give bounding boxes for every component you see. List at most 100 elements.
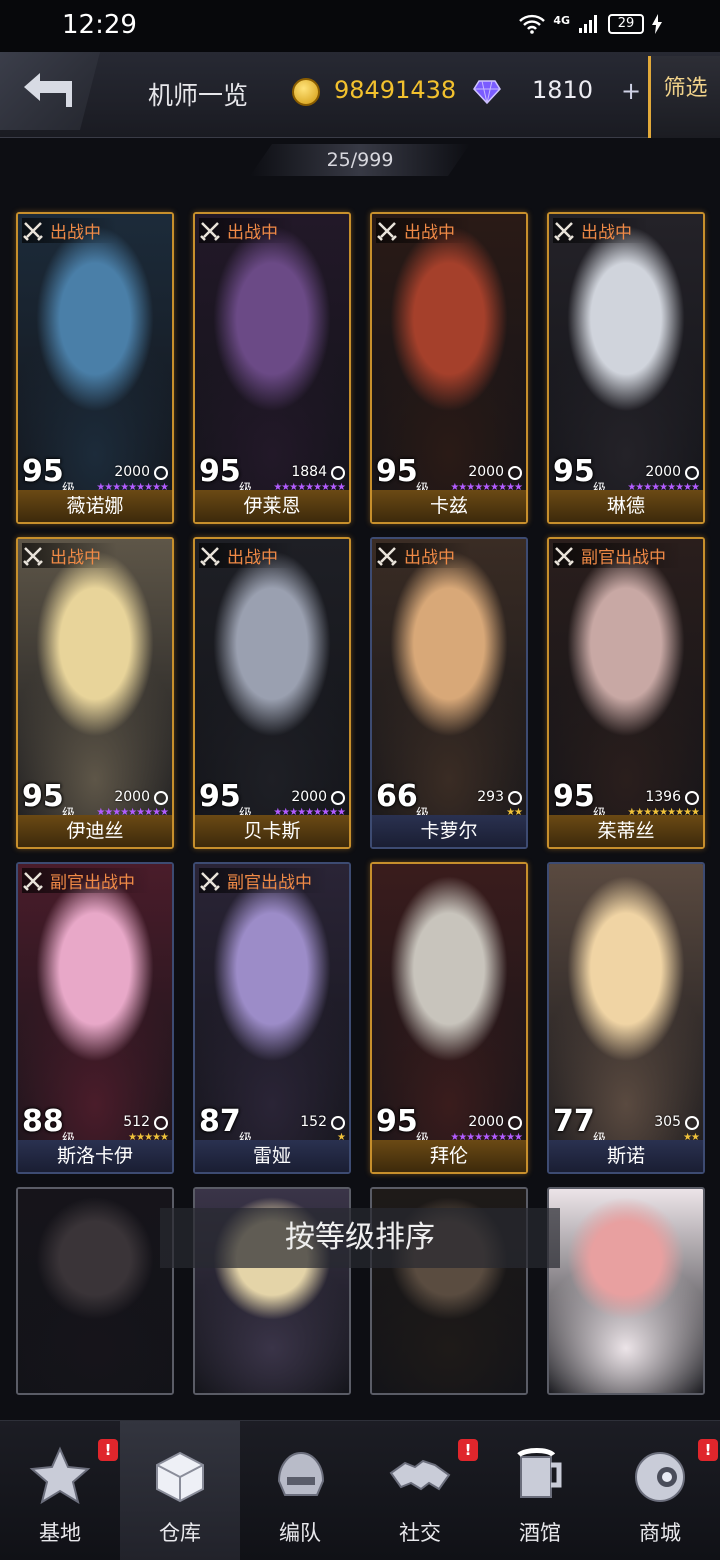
power-icon [154,1116,168,1130]
nav-item-4[interactable]: 酒馆 [480,1421,600,1560]
nav-item-5[interactable]: 商城! [600,1421,720,1560]
deploy-tag: 出战中 [376,218,471,243]
pilot-name: 薇诺娜 [18,490,172,522]
deploy-tag: 出战中 [22,543,117,568]
pilot-name: 伊迪丝 [18,815,172,847]
power-icon [685,466,699,480]
signal-icon [579,15,597,33]
power-icon [508,1116,522,1130]
gem-amount: 1810 [532,76,594,104]
pilot-portrait [549,1189,703,1393]
pilot-count: 25/999 [326,149,394,171]
nav-label: 酒馆 [519,1521,561,1545]
deploy-tag-label: 出战中 [50,223,101,243]
charging-icon [652,14,662,34]
pilot-name: 斯诺 [549,1140,703,1172]
power-icon [508,791,522,805]
pilot-card[interactable] [547,1187,705,1395]
deploy-tag-label: 副官出战中 [50,873,135,893]
deploy-tag-label: 出战中 [404,223,455,243]
pilot-card[interactable]: 77级305★★斯诺 [547,862,705,1174]
pilot-card[interactable]: 出战中66级293★★卡萝尔 [370,537,528,849]
nav-item-3[interactable]: 社交! [360,1421,480,1560]
pilot-level: 95 [553,779,595,814]
crossed-swords-icon [23,546,43,566]
nav-item-0[interactable]: 基地! [0,1421,120,1560]
deploy-tag: 副官出战中 [199,868,328,893]
deploy-tag: 出战中 [22,218,117,243]
pilot-card[interactable] [16,1187,174,1395]
pilot-name: 茱蒂丝 [549,815,703,847]
deploy-tag-label: 出战中 [227,223,278,243]
alert-badge: ! [98,1439,118,1461]
warehouse-box-icon [156,1451,204,1503]
deploy-tag: 副官出战中 [22,868,151,893]
pilot-level: 66 [376,779,418,814]
add-gems-button[interactable]: + [620,79,642,103]
pilot-power: 293 [477,789,504,805]
pilot-power: 512 [123,1114,150,1130]
filter-button[interactable]: 筛选 [648,56,720,138]
deploy-tag-label: 副官出战中 [581,548,666,568]
pilot-name: 贝卡斯 [195,815,349,847]
pilot-card[interactable]: 95级2000★★★★★★★★★拜伦 [370,862,528,1174]
tavern-mug-icon [517,1448,562,1498]
nav-item-1[interactable]: 仓库 [120,1421,240,1560]
deploy-tag: 出战中 [376,543,471,568]
pilot-level: 95 [199,454,241,489]
deploy-tag: 出战中 [553,218,648,243]
crossed-swords-icon [377,546,397,566]
pilot-level: 95 [22,454,64,489]
deploy-tag: 出战中 [199,218,294,243]
pilot-portrait [18,1189,172,1393]
deploy-tag-label: 副官出战中 [227,873,312,893]
pilot-level: 77 [553,1104,595,1139]
pilot-level: 87 [199,1104,241,1139]
pilot-level: 95 [376,1104,418,1139]
pilot-power: 2000 [114,789,150,805]
battery-icon: 29 [608,14,644,34]
deploy-tag-label: 出战中 [404,548,455,568]
deploy-tag-label: 出战中 [227,548,278,568]
pilot-card[interactable]: 出战中95级2000★★★★★★★★★贝卡斯 [193,537,351,849]
wifi-icon [519,14,546,34]
pilot-card[interactable]: 出战中95级2000★★★★★★★★★琳德 [547,212,705,524]
nav-label: 基地 [39,1521,81,1545]
clock: 12:29 [62,10,137,40]
pilot-power: 2000 [468,464,504,480]
power-icon [508,466,522,480]
back-arrow-icon [24,73,72,107]
pilot-power: 2000 [468,1114,504,1130]
nav-label: 社交 [399,1521,441,1545]
deploy-tag: 副官出战中 [553,543,682,568]
pilot-card[interactable]: 出战中95级2000★★★★★★★★★伊迪丝 [16,537,174,849]
pilot-card[interactable]: 出战中95级1884★★★★★★★★★伊莱恩 [193,212,351,524]
pilot-card[interactable]: 副官出战中87级152★雷娅 [193,862,351,1174]
handshake-icon [389,1459,451,1491]
power-icon [685,791,699,805]
nav-item-2[interactable]: 编队 [240,1421,360,1560]
pilot-card[interactable]: 出战中95级2000★★★★★★★★★薇诺娜 [16,212,174,524]
pilot-name: 卡萝尔 [372,815,526,847]
power-icon [685,1116,699,1130]
nav-label: 仓库 [159,1521,201,1545]
pilot-power: 2000 [291,789,327,805]
gold-coin-icon [292,78,320,106]
pilot-name: 雷娅 [195,1140,349,1172]
pilot-card[interactable]: 副官出战中88级512★★★★★斯洛卡伊 [16,862,174,1174]
pilot-card[interactable]: 副官出战中95级1396★★★★★★★★★茱蒂丝 [547,537,705,849]
pilot-name: 伊莱恩 [195,490,349,522]
pilot-name: 拜伦 [372,1140,526,1172]
power-icon [331,791,345,805]
pilot-level: 88 [22,1104,64,1139]
crossed-swords-icon [200,221,220,241]
pilot-power: 1396 [645,789,681,805]
pilot-name: 卡兹 [372,490,526,522]
alert-badge: ! [698,1439,718,1461]
page-title: 机师一览 [148,81,249,110]
back-button[interactable] [0,52,100,130]
pilot-level: 95 [199,779,241,814]
crossed-swords-icon [23,221,43,241]
pilot-power: 1884 [291,464,327,480]
pilot-card[interactable]: 出战中95级2000★★★★★★★★★卡兹 [370,212,528,524]
